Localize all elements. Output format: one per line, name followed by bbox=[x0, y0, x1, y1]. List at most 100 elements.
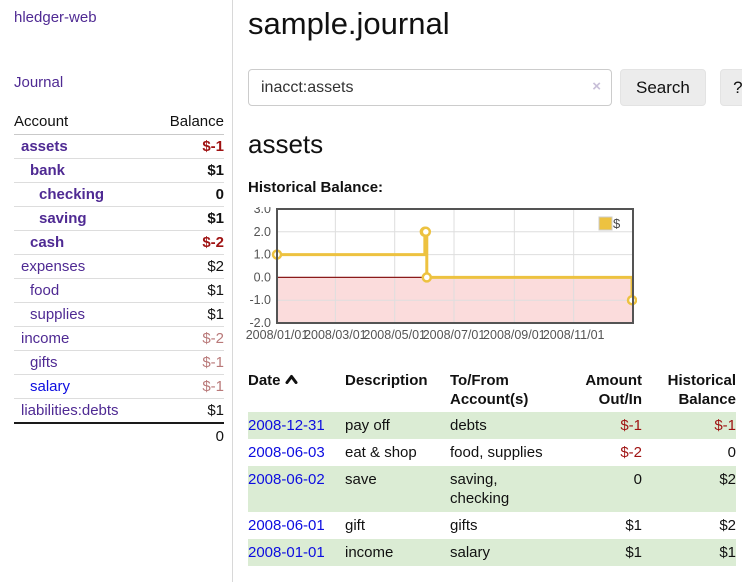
register-amount-cell: $1 bbox=[562, 539, 642, 566]
account-balance: $-1 bbox=[152, 375, 224, 399]
account-row: bank $1 bbox=[14, 159, 224, 183]
register-amount-cell: $-1 bbox=[562, 412, 642, 439]
register-col-date[interactable]: Date bbox=[248, 371, 345, 412]
account-balance: $1 bbox=[152, 207, 224, 231]
transaction-date-link[interactable]: 2008-06-03 bbox=[248, 444, 325, 461]
transaction-date-link[interactable]: 2008-06-01 bbox=[248, 517, 325, 534]
register-balance-cell: $1 bbox=[642, 539, 736, 566]
account-name-cell: bank bbox=[14, 159, 152, 183]
account-row: food$1 bbox=[14, 279, 224, 303]
svg-text:2008/09/01: 2008/09/01 bbox=[483, 328, 546, 342]
register-amount-cell: 0 bbox=[562, 466, 642, 512]
account-link-checking[interactable]: checking bbox=[39, 186, 104, 203]
register-amount-cell: $1 bbox=[562, 512, 642, 539]
account-balance: $-2 bbox=[152, 327, 224, 351]
sidebar-nav: Journal bbox=[14, 74, 224, 92]
account-name-cell: assets bbox=[14, 135, 152, 159]
accounts-total-row: 0 bbox=[14, 423, 224, 448]
account-name-cell: income bbox=[14, 327, 152, 351]
register-row: 2008-12-31pay offdebts$-1$-1 bbox=[248, 412, 736, 439]
svg-text:2.0: 2.0 bbox=[254, 225, 271, 239]
account-row: supplies $1 bbox=[14, 303, 224, 327]
account-name-cell: supplies bbox=[14, 303, 152, 327]
accounts-col-account: Account bbox=[14, 113, 152, 135]
account-row: saving $1 bbox=[14, 207, 224, 231]
register-description-cell: eat & shop bbox=[345, 439, 450, 466]
app-window: hledger-web Journal Account Balance asse… bbox=[0, 0, 742, 582]
account-balance: $-1 bbox=[152, 135, 224, 159]
register-header-row: Date Description To/From Account(s) Amou… bbox=[248, 371, 736, 412]
account-link-salary[interactable]: salary bbox=[30, 378, 70, 395]
transaction-date-link[interactable]: 2008-06-02 bbox=[248, 471, 325, 488]
account-name-cell: gifts bbox=[14, 351, 152, 375]
accounts-table: Account Balance assets $-1 bank $1 checking 0… bbox=[14, 113, 224, 448]
sidebar: hledger-web Journal Account Balance asse… bbox=[0, 0, 233, 582]
register-description-cell: save bbox=[345, 466, 450, 512]
svg-text:-1.0: -1.0 bbox=[249, 293, 271, 307]
account-link-bank[interactable]: bank bbox=[30, 162, 65, 179]
transaction-date-link[interactable]: 2008-12-31 bbox=[248, 417, 325, 434]
account-row: cash$-2 bbox=[14, 231, 224, 255]
search-input-wrap: × bbox=[248, 69, 612, 106]
svg-text:2008/03/01: 2008/03/01 bbox=[304, 328, 367, 342]
spacer-cell bbox=[14, 423, 152, 448]
account-row: liabilities:debts$1 bbox=[14, 399, 224, 424]
register-table: Date Description To/From Account(s) Amou… bbox=[248, 371, 736, 566]
account-name-cell: expenses bbox=[14, 255, 152, 279]
register-date-cell: 2008-06-03 bbox=[248, 439, 345, 466]
account-name-cell: cash bbox=[14, 231, 152, 255]
svg-text:$: $ bbox=[613, 216, 621, 231]
register-accounts-cell: salary bbox=[450, 539, 562, 566]
register-balance-cell: $-1 bbox=[642, 412, 736, 439]
register-balance-cell: $2 bbox=[642, 512, 736, 539]
register-row: 2008-06-02savesaving, checking0$2 bbox=[248, 466, 736, 512]
clear-search-icon[interactable]: × bbox=[592, 78, 601, 95]
account-row: assets $-1 bbox=[14, 135, 224, 159]
account-link-saving[interactable]: saving bbox=[39, 210, 87, 227]
account-balance: 0 bbox=[152, 183, 224, 207]
account-name-cell: checking bbox=[14, 183, 152, 207]
main-content: sample.journal × Search ? assets Histori… bbox=[233, 0, 742, 582]
account-name-cell: saving bbox=[14, 207, 152, 231]
account-link-gifts[interactable]: gifts bbox=[30, 354, 58, 371]
balance-chart-svg: $3.02.01.00.0-1.0-2.02008/01/012008/03/0… bbox=[245, 207, 637, 345]
register-col-balance: Historical Balance bbox=[642, 371, 736, 412]
account-link-liabilities-debts[interactable]: liabilities:debts bbox=[21, 402, 119, 419]
account-link-cash[interactable]: cash bbox=[30, 234, 64, 251]
register-balance-cell: 0 bbox=[642, 439, 736, 466]
register-accounts-cell: gifts bbox=[450, 512, 562, 539]
account-row: income $-2 bbox=[14, 327, 224, 351]
account-link-expenses[interactable]: expenses bbox=[21, 258, 85, 275]
account-name-cell: food bbox=[14, 279, 152, 303]
register-row: 2008-06-03eat & shopfood, supplies$-20 bbox=[248, 439, 736, 466]
accounts-header-row: Account Balance bbox=[14, 113, 224, 135]
account-link-income[interactable]: income bbox=[21, 330, 69, 347]
register-col-description: Description bbox=[345, 371, 450, 412]
account-link-supplies[interactable]: supplies bbox=[30, 306, 85, 323]
register-description-cell: gift bbox=[345, 512, 450, 539]
account-balance: $1 bbox=[152, 303, 224, 327]
historical-balance-chart: $3.02.01.00.0-1.0-2.02008/01/012008/03/0… bbox=[245, 207, 742, 350]
help-button[interactable]: ? bbox=[720, 69, 742, 106]
search-input[interactable] bbox=[248, 69, 612, 106]
page-title: sample.journal bbox=[248, 6, 742, 42]
app-title-link[interactable]: hledger-web bbox=[14, 9, 97, 26]
register-col-date-label: Date bbox=[248, 372, 281, 389]
transaction-date-link[interactable]: 2008-01-01 bbox=[248, 544, 325, 561]
account-heading: assets bbox=[248, 130, 742, 158]
search-button[interactable]: Search bbox=[620, 69, 706, 106]
account-name-cell: salary bbox=[14, 375, 152, 399]
account-link-assets[interactable]: assets bbox=[21, 138, 68, 155]
svg-text:2008/05/01: 2008/05/01 bbox=[363, 328, 426, 342]
sidebar-item-journal[interactable]: Journal bbox=[14, 74, 63, 91]
svg-text:2008/07/01: 2008/07/01 bbox=[423, 328, 486, 342]
register-balance-cell: $2 bbox=[642, 466, 736, 512]
account-link-food[interactable]: food bbox=[30, 282, 59, 299]
accounts-total-value: 0 bbox=[152, 423, 224, 448]
account-balance: $1 bbox=[152, 159, 224, 183]
accounts-col-balance: Balance bbox=[152, 113, 224, 135]
app-title: hledger-web bbox=[14, 9, 224, 27]
register-date-cell: 2008-12-31 bbox=[248, 412, 345, 439]
sort-ascending-icon bbox=[285, 374, 298, 384]
account-row: salary $-1 bbox=[14, 375, 224, 399]
